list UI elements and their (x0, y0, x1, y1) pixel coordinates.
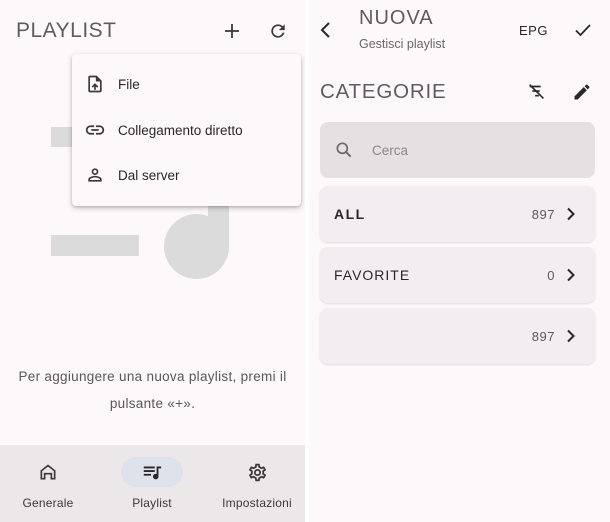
link-icon (83, 118, 107, 142)
playlist-screen: PLAYLIST File Collegamento diretto Dal s… (0, 0, 305, 522)
menu-item-label: Dal server (118, 167, 180, 183)
playlist-music-icon (141, 461, 163, 483)
category-name: FAVORITE (334, 267, 411, 283)
nav-pill (226, 457, 288, 487)
menu-item-from-server[interactable]: Dal server (72, 153, 301, 197)
menu-item-label: Collegamento diretto (118, 122, 243, 138)
category-count: 897 (531, 206, 555, 222)
category-name: ALL (334, 206, 366, 222)
empty-message-line: pulsante «+». (109, 396, 196, 411)
search-input[interactable] (370, 141, 574, 159)
chevron-right-icon (563, 206, 579, 222)
nav-item-playlist[interactable]: Playlist (121, 445, 183, 522)
filter-off-icon (526, 81, 548, 103)
search-bar (320, 122, 595, 178)
empty-message-line: Per aggiungere una nuova playlist, premi… (18, 369, 287, 384)
edit-button[interactable] (568, 78, 596, 106)
new-playlist-screen: NUOVA Gestisci playlist EPG CATEGORIE AL… (309, 0, 610, 522)
file-upload-icon (83, 72, 107, 96)
bottom-navigation: Generale Playlist Impostazioni (0, 445, 305, 522)
search-icon (332, 138, 356, 162)
check-icon (574, 22, 592, 38)
menu-item-direct-link[interactable]: Collegamento diretto (72, 108, 301, 152)
refresh-button[interactable] (264, 17, 292, 45)
category-row-unnamed[interactable]: 897 (320, 308, 595, 364)
add-playlist-button[interactable] (218, 17, 246, 45)
confirm-button[interactable] (569, 16, 597, 44)
chevron-left-icon (318, 21, 334, 39)
nav-label: Playlist (132, 496, 172, 510)
nav-pill-active (121, 457, 183, 487)
chevron-right-icon (563, 267, 579, 283)
nav-item-generale[interactable]: Generale (16, 445, 80, 522)
placeholder-bar (51, 235, 139, 256)
category-row-favorite[interactable]: FAVORITE 0 (320, 247, 595, 303)
category-count: 0 (547, 267, 555, 283)
chevron-right-icon (563, 328, 579, 344)
pencil-icon (572, 82, 592, 102)
add-playlist-menu: File Collegamento diretto Dal server (72, 54, 301, 206)
nav-label: Generale (22, 496, 74, 510)
settings-icon (247, 462, 268, 483)
nav-label: Impostazioni (222, 496, 292, 510)
section-title: CATEGORIE (320, 80, 447, 103)
back-button[interactable] (312, 16, 340, 44)
nav-pill (17, 457, 79, 487)
menu-item-label: File (118, 76, 140, 92)
page-title: NUOVA (359, 7, 434, 29)
page-subtitle: Gestisci playlist (359, 37, 446, 51)
nav-item-impostazioni[interactable]: Impostazioni (216, 445, 298, 522)
person-icon (83, 163, 107, 187)
placeholder-circle (164, 214, 229, 279)
plus-icon (223, 22, 241, 40)
empty-state-message: Per aggiungere una nuova playlist, premi… (0, 363, 305, 417)
home-icon (38, 462, 58, 482)
category-row-all[interactable]: ALL 897 (320, 186, 595, 242)
category-count: 897 (531, 328, 555, 344)
epg-button[interactable]: EPG (519, 23, 548, 38)
page-title: PLAYLIST (16, 19, 117, 42)
refresh-icon (268, 21, 288, 41)
filter-off-button[interactable] (523, 78, 551, 106)
menu-item-file[interactable]: File (72, 62, 301, 106)
